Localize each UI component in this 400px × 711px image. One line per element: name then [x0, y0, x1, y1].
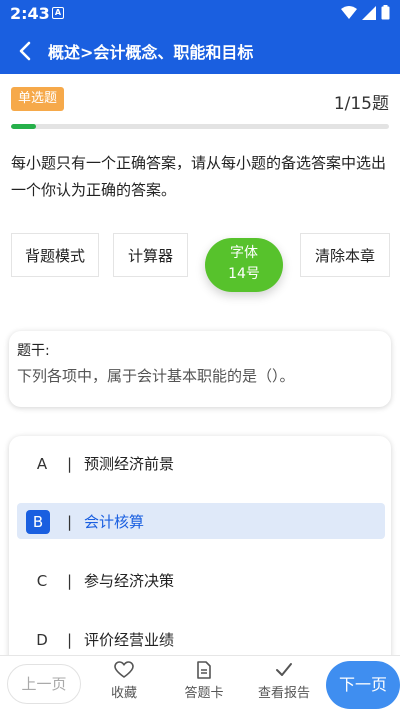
- stem-text: 下列各项中，属于会计基本职能的是（）。: [17, 367, 295, 385]
- option-separator: |: [67, 455, 73, 473]
- document-icon: [197, 661, 211, 679]
- option-letter: C: [36, 572, 48, 590]
- checkmark-icon: [276, 663, 292, 676]
- status-bar: 2:43 A: [0, 0, 400, 28]
- battery-icon: [381, 5, 390, 20]
- option-b[interactable]: B | 会计核算: [17, 503, 385, 539]
- report-tab[interactable]: 查看报告: [249, 661, 319, 701]
- stem-label: 题干:: [17, 343, 50, 359]
- signal-icon: [362, 5, 376, 20]
- question-stem-card: 题干: 下列各项中，属于会计基本职能的是（）。: [9, 331, 391, 407]
- option-text: 预测经济前景: [84, 455, 175, 473]
- font-size-label: 字体: [230, 245, 258, 261]
- font-size-button[interactable]: 字体 14号: [205, 238, 283, 292]
- wifi-icon: [341, 5, 357, 19]
- app-notification-icon: A: [52, 7, 64, 19]
- answer-card-label: 答题卡: [184, 686, 224, 701]
- calculator-button[interactable]: 计算器: [113, 233, 188, 277]
- option-a[interactable]: A | 预测经济前景: [17, 445, 385, 481]
- page-title: 概述>会计概念、职能和目标: [48, 43, 254, 62]
- option-text: 会计核算: [84, 513, 145, 531]
- progress-bar: [11, 124, 389, 129]
- back-button[interactable]: [14, 37, 38, 65]
- app-bar: 概述>会计概念、职能和目标: [0, 28, 400, 74]
- option-text: 评价经营业绩: [84, 631, 175, 649]
- clear-chapter-button[interactable]: 清除本章: [300, 233, 390, 277]
- status-icons: [341, 5, 390, 20]
- option-d[interactable]: D | 评价经营业绩: [17, 621, 385, 657]
- favorite-label: 收藏: [110, 686, 137, 701]
- option-separator: |: [67, 513, 73, 531]
- progress-bar-fill: [11, 124, 37, 129]
- bottom-nav: 上一页 收藏 答题卡 查看报告 下一页: [0, 655, 400, 711]
- option-separator: |: [67, 572, 73, 590]
- option-letter: A: [36, 455, 48, 473]
- next-page-button[interactable]: 下一页: [326, 661, 400, 709]
- question-type-badge: 单选题: [11, 87, 65, 111]
- status-time: 2:43: [10, 4, 50, 23]
- option-letter: D: [36, 631, 48, 649]
- question-progress-text: 1/15题: [333, 94, 389, 114]
- favorite-tab[interactable]: 收藏: [89, 661, 159, 701]
- font-size-value: 14号: [228, 266, 260, 282]
- option-c[interactable]: C | 参与经济决策: [17, 562, 385, 598]
- prev-page-button[interactable]: 上一页: [7, 664, 81, 704]
- option-separator: |: [67, 631, 73, 649]
- chevron-left-icon: [19, 41, 31, 61]
- report-label: 查看报告: [257, 686, 310, 701]
- answer-card-tab[interactable]: 答题卡: [169, 661, 239, 701]
- recite-mode-button[interactable]: 背题模式: [11, 233, 99, 277]
- options-card: A | 预测经济前景 B | 会计核算 C | 参与经济决策 D | 评价经营业…: [9, 436, 391, 676]
- option-text: 参与经济决策: [84, 572, 175, 590]
- option-letter: B: [26, 510, 50, 534]
- question-instructions: 每小题只有一个正确答案，请从每小题的备选答案中选出一个你认为正确的答案。: [11, 154, 387, 199]
- heart-icon: [114, 661, 134, 678]
